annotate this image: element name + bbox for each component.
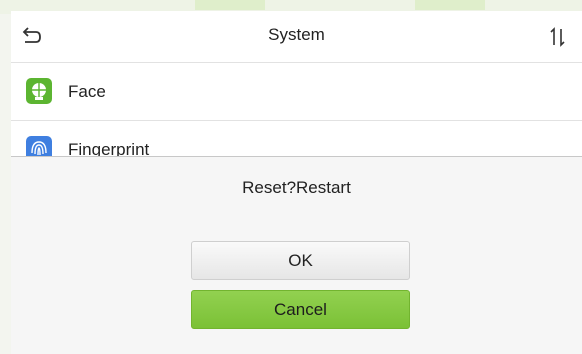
menu-item-label: Fingerprint (68, 140, 150, 157)
menu-item-fingerprint[interactable]: Fingerprint (11, 121, 582, 157)
system-screen: System Face Fingerprint Reset?Restart OK… (11, 11, 582, 354)
header-bar: System (11, 11, 582, 63)
fingerprint-icon (26, 136, 52, 157)
face-icon (26, 78, 52, 104)
menu-item-label: Face (68, 82, 106, 101)
background-mark (415, 0, 485, 10)
cancel-button[interactable]: Cancel (191, 290, 410, 329)
dialog-title: Reset?Restart (242, 178, 351, 197)
menu-item-face[interactable]: Face (11, 63, 582, 121)
confirm-dialog: Reset?Restart OK Cancel (11, 156, 582, 354)
ok-button[interactable]: OK (191, 241, 410, 280)
background-mark (195, 0, 265, 10)
sort-icon[interactable] (546, 25, 570, 49)
page-title: System (268, 25, 325, 44)
